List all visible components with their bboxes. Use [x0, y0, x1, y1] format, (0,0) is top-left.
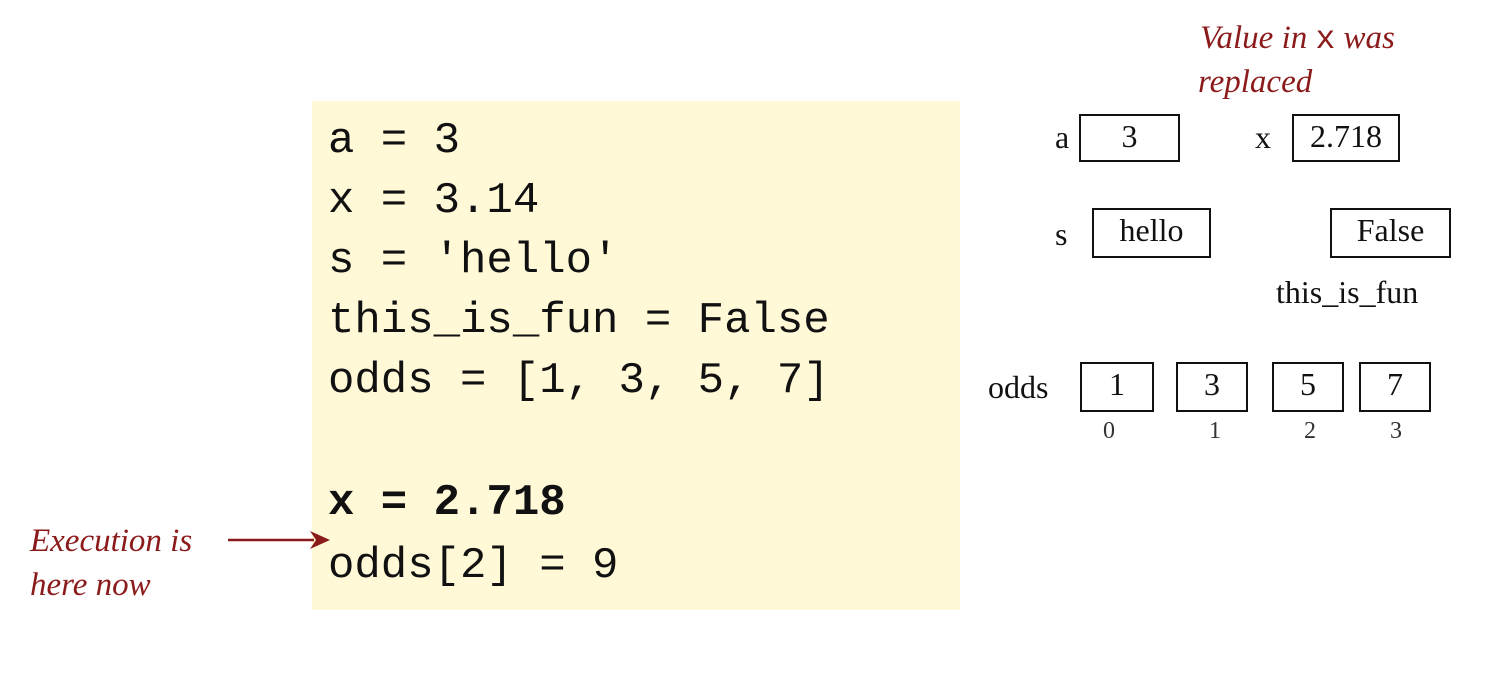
var-label-odds: odds	[988, 369, 1049, 405]
var-label-x: x	[1255, 119, 1271, 155]
list-cell-1: 3	[1176, 362, 1248, 412]
execution-annotation-line2: here now	[30, 567, 151, 603]
execution-annotation-line1: Execution is	[30, 523, 193, 559]
replaced-annotation-line1: Value in x was	[1200, 18, 1395, 60]
var-box-this-is-fun: False	[1330, 208, 1451, 258]
var-label-this-is-fun: this_is_fun	[1276, 274, 1419, 310]
var-box-s: hello	[1092, 208, 1211, 258]
replaced-var: x	[1315, 21, 1336, 58]
list-index-3: 3	[1390, 418, 1402, 444]
code-line-odds: odds = [1, 3, 5, 7]	[328, 356, 830, 406]
var-label-a: a	[1055, 119, 1070, 155]
code-line-odds-index: odds[2] = 9	[328, 541, 619, 591]
code-line-a: a = 3	[328, 116, 461, 166]
execution-arrow-icon	[228, 531, 330, 549]
var-box-x: 2.718	[1292, 114, 1400, 162]
list-cell-2: 5	[1272, 362, 1344, 412]
code-panel: a = 3 x = 3.14 s = 'hello' this_is_fun =…	[312, 101, 960, 610]
replaced-suffix: was	[1343, 20, 1395, 56]
replaced-annotation-line2: replaced	[1198, 64, 1313, 100]
replaced-prefix: Value in	[1200, 20, 1308, 56]
list-cell-3: 7	[1359, 362, 1431, 412]
code-line-x: x = 3.14	[328, 176, 540, 226]
code-line-this-is-fun: this_is_fun = False	[328, 296, 830, 346]
code-line-x-reassign: x = 2.718	[328, 478, 566, 528]
list-index-1: 1	[1209, 418, 1221, 444]
list-index-2: 2	[1304, 418, 1316, 444]
list-index-0: 0	[1103, 418, 1115, 444]
code-line-s: s = 'hello'	[328, 236, 619, 286]
var-label-s: s	[1055, 216, 1068, 252]
var-box-a: 3	[1079, 114, 1180, 162]
list-cell-0: 1	[1080, 362, 1154, 412]
